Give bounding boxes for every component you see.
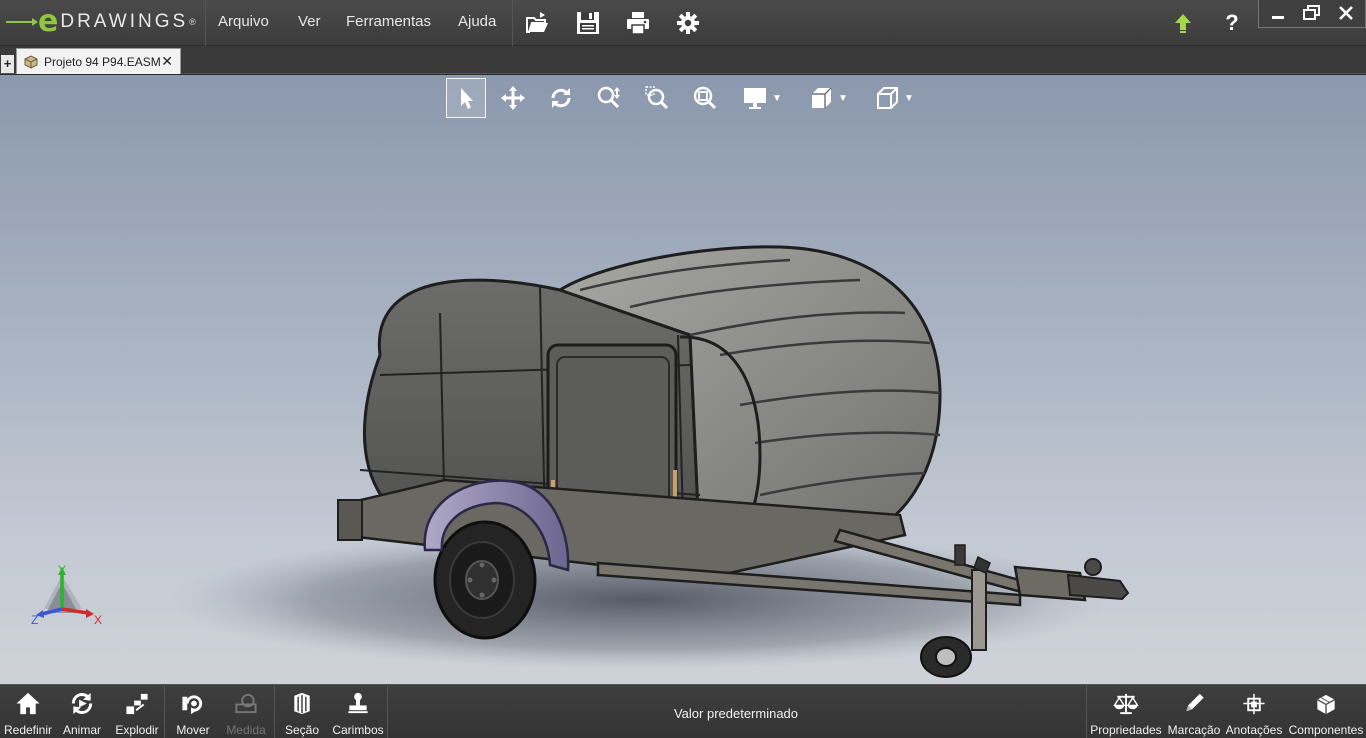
chevron-down-icon[interactable]: ▼ [772,93,782,104]
display-style-icon[interactable]: ▼ [732,78,792,118]
rotate-icon[interactable] [540,78,582,118]
move-label: Mover [176,723,210,737]
document-tab[interactable]: Projeto 94 P94.EASM ✕ [16,48,181,74]
move-icon [182,695,203,715]
minimize-icon[interactable] [1263,2,1293,24]
divider [205,0,206,46]
trailer-3d-model[interactable] [150,155,1200,684]
menu-ajuda[interactable]: Ajuda [458,13,496,30]
markup-label: Marcação [1167,723,1221,737]
reset-button[interactable]: Redefinir [4,687,52,737]
measure-button[interactable]: Medida [222,687,270,737]
explode-label: Explodir [115,723,159,737]
logo-arrow-icon [6,18,38,26]
view-toolbar: ▼ ▼ ▼ [446,77,930,119]
standard-views-icon[interactable]: ▼ [864,78,924,118]
assembly-icon [24,54,38,69]
annotations-label: Anotações [1225,723,1283,737]
triad-y-label: Y [58,563,67,577]
divider [512,0,513,46]
menu-ver[interactable]: Ver [298,13,321,30]
restore-icon[interactable] [1297,2,1327,24]
print-icon[interactable] [623,8,653,38]
home-icon [16,692,40,715]
document-tab-label: Projeto 94 P94.EASM [44,54,161,69]
update-arrow-icon[interactable] [1168,8,1198,38]
animate-icon [71,692,93,715]
triad-z-label: Z [31,613,39,627]
divider [387,685,388,738]
save-icon[interactable] [573,8,603,38]
chevron-down-icon[interactable]: ▼ [904,93,914,104]
menu-arquivo[interactable]: Arquivo [218,13,269,30]
measure-label: Medida [226,723,266,737]
stamps-button[interactable]: Carimbos [330,687,386,737]
edrawings-logo: e DRAWINGS ® [6,5,196,39]
animate-label: Animar [62,723,101,737]
annotation-icon [1243,693,1265,715]
divider [164,685,165,738]
graphics-viewport[interactable]: ▼ ▼ ▼ Y X Z [0,75,1366,684]
select-arrow-icon[interactable] [446,78,486,118]
window-controls [1258,0,1366,28]
section-button[interactable]: Seção [280,687,324,737]
status-text: Valor predeterminado [673,706,799,721]
chevron-down-icon[interactable]: ▼ [838,93,848,104]
animate-button[interactable]: Animar [58,687,106,737]
bottom-toolbar: Redefinir Animar Explodir Mover Medida S… [0,684,1366,738]
annotations-button[interactable]: Anotações [1224,687,1284,737]
logo-e: e [38,4,59,39]
open-folder-icon[interactable] [522,8,552,38]
title-bar: e DRAWINGS ® Arquivo Ver Ferramentas Aju… [0,0,1366,46]
section-icon [294,692,310,715]
components-icon [1316,694,1336,715]
close-tab-icon[interactable]: ✕ [161,53,173,70]
shaded-view-icon[interactable]: ▼ [798,78,858,118]
logo-word: DRAWINGS [60,11,189,32]
properties-label: Propriedades [1090,723,1162,737]
components-label: Componentes [1288,723,1364,737]
document-tab-strip: + Projeto 94 P94.EASM ✕ [0,46,1366,74]
zoom-icon[interactable] [588,78,630,118]
stamps-label: Carimbos [332,723,384,737]
reset-label: Redefinir [3,723,53,737]
triad-x-label: X [94,613,103,627]
new-tab-button[interactable]: + [1,55,14,73]
markup-button[interactable]: Marcação [1166,687,1222,737]
trailer-wheel [433,520,537,640]
help-icon[interactable]: ? [1217,8,1247,38]
scales-icon [1113,693,1139,715]
pencil-icon [1186,693,1204,712]
move-button[interactable]: Mover [170,687,216,737]
menu-ferramentas[interactable]: Ferramentas [346,13,431,30]
settings-gear-icon[interactable] [673,8,703,38]
divider [1086,685,1087,738]
orientation-triad [36,567,94,618]
measure-icon [235,693,257,714]
components-button[interactable]: Componentes [1288,687,1364,737]
close-icon[interactable] [1331,2,1361,24]
logo-registered-mark: ® [189,17,196,27]
pan-icon[interactable] [492,78,534,118]
zoom-to-area-icon[interactable] [636,78,678,118]
section-label: Seção [284,723,320,737]
properties-button[interactable]: Propriedades [1090,687,1162,737]
zoom-to-fit-icon[interactable] [684,78,726,118]
stamp-icon [348,692,368,714]
explode-icon [126,693,148,715]
divider [274,685,275,738]
explode-button[interactable]: Explodir [112,687,162,737]
